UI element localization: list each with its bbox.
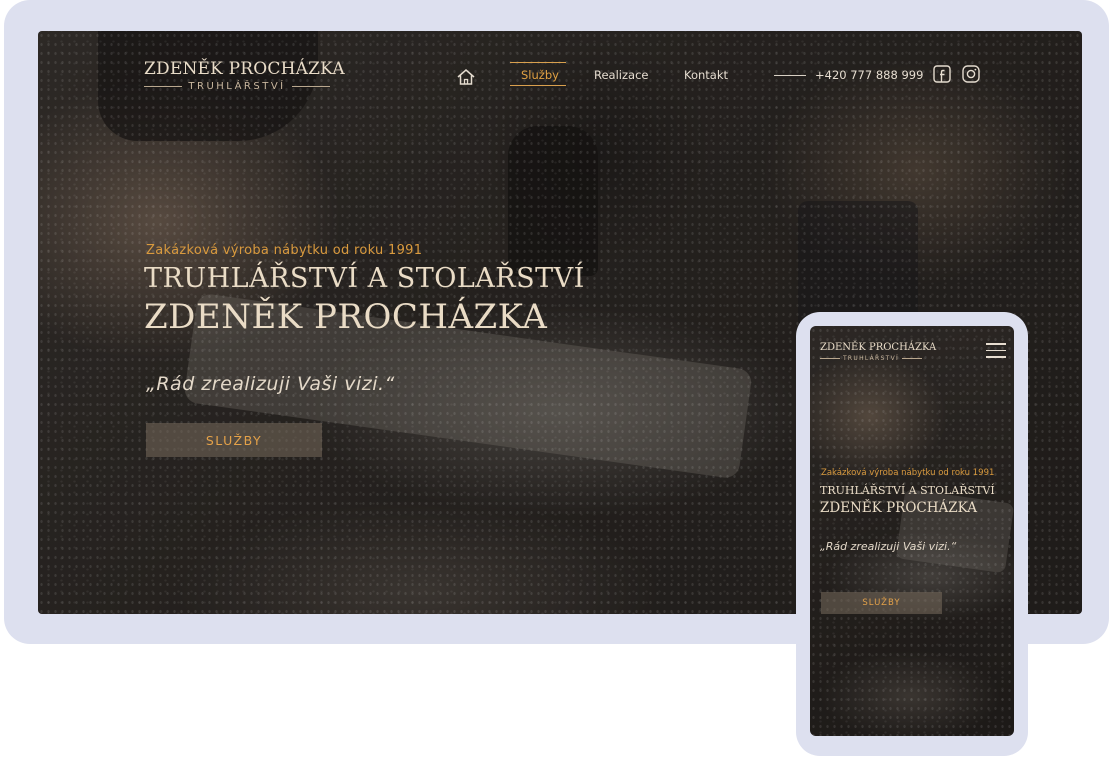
mobile-services-button[interactable]: SLUŽBY: [821, 592, 942, 614]
sawdust-texture: [810, 326, 1014, 736]
brand-logo-subtitle-row: TRUHLÁŘSTVÍ: [144, 79, 331, 93]
mobile-hero-title-line1: TRUHLÁŘSTVÍ A STOLAŘSTVÍ: [820, 484, 995, 497]
logo-divider: [144, 85, 183, 87]
brand-logo-name[interactable]: ZDENĚK PROCHÁZKA: [144, 59, 345, 79]
mobile-device-frame: ZDENĚK PROCHÁZKA TRUHLÁŘSTVÍ Zakázková v…: [796, 312, 1028, 756]
mobile-hero-title-line2: ZDENĚK PROCHÁZKA: [820, 500, 977, 516]
mobile-hero-quote: „Rád zrealizuji Vaši vizi.“: [820, 540, 957, 553]
mobile-brand-logo-subtitle: TRUHLÁŘSTVÍ: [842, 354, 900, 362]
nav-item-kontakt[interactable]: Kontakt: [684, 68, 728, 82]
phone-divider: [774, 75, 806, 76]
mobile-hero-tagline: Zakázková výroba nábytku od roku 1991: [821, 468, 995, 478]
phone-number-link[interactable]: +420 777 888 999: [815, 68, 923, 82]
mobile-hero-screen: ZDENĚK PROCHÁZKA TRUHLÁŘSTVÍ Zakázková v…: [810, 326, 1014, 736]
nav-item-sluzby[interactable]: Služby: [521, 68, 559, 82]
logo-divider: [902, 357, 923, 359]
logo-divider: [820, 357, 840, 359]
hamburger-menu-icon[interactable]: [986, 343, 1006, 358]
home-icon[interactable]: [455, 66, 477, 88]
services-button[interactable]: SLUŽBY: [146, 423, 322, 457]
mobile-logo-subtitle-row: TRUHLÁŘSTVÍ: [820, 354, 923, 362]
hero-quote: „Rád zrealizuji Vaši vizi.“: [146, 373, 395, 395]
nav-active-indicator: [510, 62, 566, 63]
mobile-brand-logo-name[interactable]: ZDENĚK PROCHÁZKA: [820, 342, 936, 353]
nav-active-indicator: [510, 85, 566, 86]
facebook-icon[interactable]: [933, 65, 951, 83]
hero-tagline: Zakázková výroba nábytku od roku 1991: [146, 243, 423, 258]
hero-title-line1: TRUHLÁŘSTVÍ A STOLAŘSTVÍ: [144, 263, 585, 294]
instagram-icon[interactable]: [962, 65, 980, 83]
hero-title-line2: ZDENĚK PROCHÁZKA: [144, 297, 548, 337]
logo-divider: [291, 85, 331, 87]
brand-logo-subtitle: TRUHLÁŘSTVÍ: [188, 80, 286, 92]
nav-item-realizace[interactable]: Realizace: [594, 68, 648, 82]
